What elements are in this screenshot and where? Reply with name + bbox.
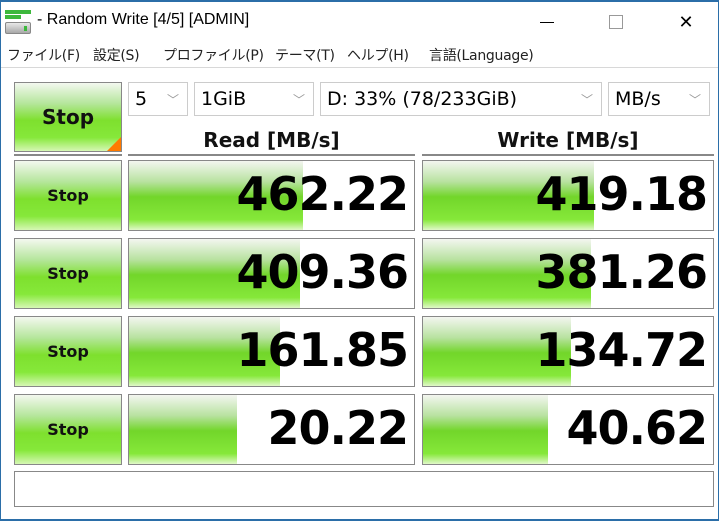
unit-select[interactable]: MB/s ﹀ <box>608 82 710 116</box>
read-bar-fill <box>129 395 238 464</box>
read-value: 161.85 <box>236 323 409 377</box>
maximize-button[interactable] <box>593 2 639 42</box>
drive-select[interactable]: D: 33% (78/233GiB) ﹀ <box>320 82 602 116</box>
close-icon: ✕ <box>678 11 694 32</box>
menu-help[interactable]: ヘルプ(H) <box>347 45 409 65</box>
app-window: - Random Write [4/5] [ADMIN] ✕ ファイル(F) 設… <box>0 0 719 521</box>
chevron-down-icon: ﹀ <box>688 93 701 107</box>
menu-language[interactable]: 言語(Language) <box>429 45 534 65</box>
stop-all-button[interactable]: Stop <box>14 82 122 152</box>
row-stop-button[interactable]: Stop <box>14 238 122 309</box>
title-bar: - Random Write [4/5] [ADMIN] ✕ <box>1 0 718 42</box>
maximize-icon <box>609 15 623 29</box>
stop-all-label: Stop <box>41 105 95 129</box>
minimize-button[interactable] <box>524 2 570 42</box>
read-value: 20.22 <box>267 401 409 455</box>
row-stop-label: Stop <box>47 420 89 439</box>
read-value: 409.36 <box>236 245 409 299</box>
chevron-down-icon: ﹀ <box>292 93 305 107</box>
write-result: 419.18 <box>422 160 714 231</box>
close-button[interactable]: ✕ <box>663 2 709 42</box>
row-stop-button[interactable]: Stop <box>14 316 122 387</box>
app-drive-icon <box>5 10 31 34</box>
write-value: 419.18 <box>535 167 708 221</box>
comment-input[interactable] <box>14 471 714 507</box>
test-size-select[interactable]: 1GiB ﹀ <box>194 82 314 116</box>
read-result: 161.85 <box>128 316 415 387</box>
chevron-down-icon: ﹀ <box>580 93 593 107</box>
menu-bar: ファイル(F) 設定(S) プロファイル(P) テーマ(T) ヘルプ(H) 言語… <box>1 42 718 68</box>
minimize-icon <box>540 21 554 23</box>
write-result: 381.26 <box>422 238 714 309</box>
row-stop-button[interactable]: Stop <box>14 160 122 231</box>
write-result: 40.62 <box>422 394 714 465</box>
row-stop-button[interactable]: Stop <box>14 394 122 465</box>
write-value: 381.26 <box>535 245 708 299</box>
menu-file[interactable]: ファイル(F) <box>7 45 80 65</box>
menu-theme[interactable]: テーマ(T) <box>275 45 335 65</box>
write-value: 134.72 <box>535 323 708 377</box>
menu-settings[interactable]: 設定(S) <box>93 45 140 65</box>
test-count-select[interactable]: 5 ﹀ <box>128 82 188 116</box>
write-column-header: Write [MB/s] <box>497 128 639 152</box>
corner-marker-icon <box>107 137 121 151</box>
header-divider <box>14 154 122 156</box>
read-result: 409.36 <box>128 238 415 309</box>
test-count-value: 5 <box>135 88 148 110</box>
window-title: - Random Write [4/5] [ADMIN] <box>37 11 250 28</box>
read-result: 462.22 <box>128 160 415 231</box>
menu-profile[interactable]: プロファイル(P) <box>163 45 264 65</box>
read-column-header: Read [MB/s] <box>203 128 340 152</box>
header-divider <box>128 154 415 156</box>
unit-value: MB/s <box>615 88 661 110</box>
test-size-value: 1GiB <box>201 88 247 110</box>
row-stop-label: Stop <box>47 264 89 283</box>
write-result: 134.72 <box>422 316 714 387</box>
row-stop-label: Stop <box>47 186 89 205</box>
header-divider <box>422 154 714 156</box>
read-result: 20.22 <box>128 394 415 465</box>
chevron-down-icon: ﹀ <box>166 93 179 107</box>
write-value: 40.62 <box>566 401 708 455</box>
drive-value: D: 33% (78/233GiB) <box>327 88 518 110</box>
row-stop-label: Stop <box>47 342 89 361</box>
write-bar-fill <box>423 395 548 464</box>
read-value: 462.22 <box>236 167 409 221</box>
